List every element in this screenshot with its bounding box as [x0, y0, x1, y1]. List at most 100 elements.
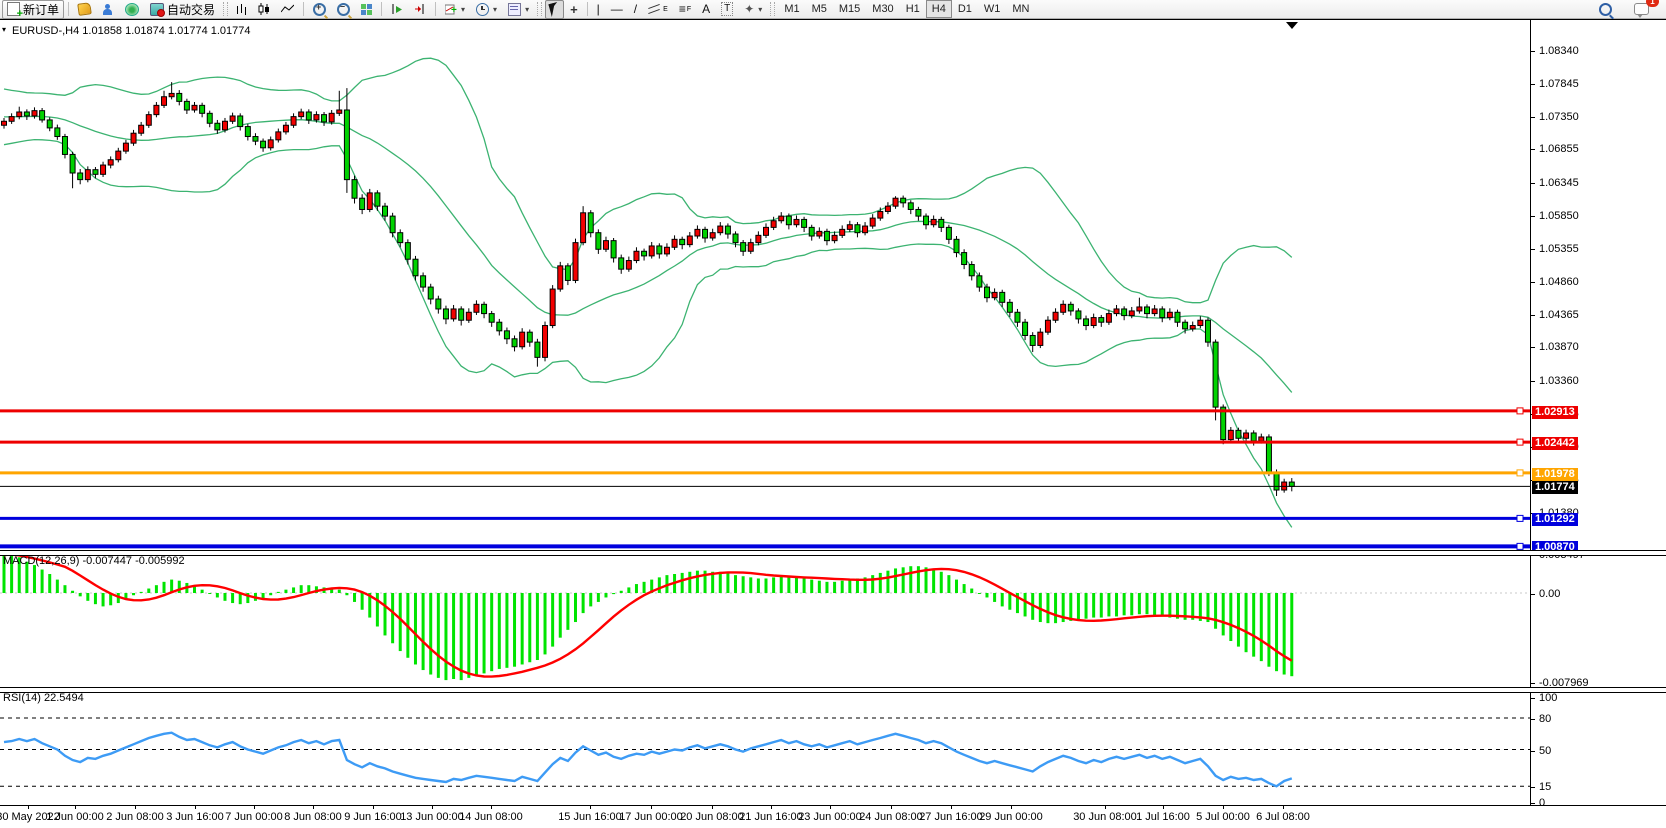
- candlestick: [1167, 312, 1172, 317]
- market-watch-button[interactable]: [73, 0, 96, 19]
- macd-histogram-bar: [132, 593, 135, 595]
- candle-chart-button[interactable]: [253, 0, 275, 19]
- candlestick: [1106, 314, 1111, 323]
- news-button[interactable]: [120, 0, 144, 19]
- macd-histogram-bar: [765, 578, 768, 593]
- auto-scroll-button[interactable]: [386, 0, 408, 19]
- text-label-tool-button[interactable]: T: [716, 0, 738, 19]
- timeframe-button-H1[interactable]: H1: [900, 0, 926, 18]
- time-axis-label: 21 Jun 16:00: [739, 811, 803, 823]
- time-axis-label: 5 Jul 00:00: [1196, 811, 1250, 823]
- new-order-button[interactable]: 新订单: [2, 0, 64, 19]
- candlestick: [1152, 309, 1157, 314]
- candlestick: [383, 206, 388, 216]
- candlestick: [1045, 320, 1050, 332]
- templates-button[interactable]: ▾: [503, 0, 534, 19]
- line-handle[interactable]: [1517, 439, 1523, 445]
- crosshair-tool-button[interactable]: +: [565, 0, 583, 19]
- main-price-chart[interactable]: [0, 20, 1530, 550]
- vertical-line-tool-button[interactable]: |: [592, 0, 605, 19]
- candlestick: [550, 289, 555, 325]
- chart-shift-marker[interactable]: [1286, 22, 1298, 29]
- macd-histogram-bar: [932, 570, 935, 593]
- zoom-out-button[interactable]: [332, 0, 355, 19]
- text-tool-button[interactable]: A: [697, 0, 715, 19]
- search-button[interactable]: [1594, 0, 1617, 19]
- line-handle[interactable]: [1517, 470, 1523, 476]
- channel-tool-button[interactable]: E: [643, 0, 673, 19]
- macd-histogram-bar: [825, 582, 828, 593]
- time-axis[interactable]: 30 May 20221 Jun 00:002 Jun 08:003 Jun 1…: [0, 805, 1666, 828]
- candlestick: [146, 115, 151, 126]
- candlestick: [245, 127, 250, 137]
- rsi-panel[interactable]: [0, 691, 1530, 805]
- candlestick: [47, 120, 52, 128]
- panel-splitter[interactable]: [0, 550, 1666, 556]
- macd-histogram-bar: [163, 582, 166, 593]
- macd-histogram-bar: [1252, 593, 1255, 657]
- candlestick: [1038, 332, 1043, 345]
- fibonacci-tool-button[interactable]: ≡F: [674, 0, 696, 19]
- chart-shift-button[interactable]: [409, 0, 431, 19]
- line-chart-button[interactable]: [276, 0, 299, 19]
- timeframe-button-H4[interactable]: H4: [926, 0, 952, 18]
- price-line-badge: 1.01292: [1532, 513, 1578, 526]
- toolbar-separator: [381, 2, 382, 16]
- time-axis-tick: [432, 806, 433, 809]
- macd-histogram-bar: [955, 580, 958, 593]
- time-axis-label: 17 Jun 00:00: [619, 811, 683, 823]
- candlestick: [1213, 342, 1218, 407]
- panel-splitter[interactable]: [0, 687, 1666, 693]
- indicators-button[interactable]: + ▾: [440, 0, 470, 19]
- auto-trading-button[interactable]: 自动交易: [145, 0, 220, 19]
- macd-histogram-bar: [993, 593, 996, 602]
- candlestick: [207, 113, 212, 123]
- axis-tick: [1531, 51, 1535, 52]
- timeframe-button-M1[interactable]: M1: [778, 0, 805, 18]
- time-axis-tick: [491, 806, 492, 809]
- macd-histogram-bar: [902, 567, 905, 593]
- new-order-label: 新订单: [23, 1, 59, 18]
- zoom-in-button[interactable]: [308, 0, 331, 19]
- cursor-tool-button[interactable]: [545, 0, 564, 19]
- line-handle[interactable]: [1517, 515, 1523, 521]
- bollinger-upper-band: [4, 58, 1292, 303]
- axis-tick: [1531, 683, 1535, 684]
- macd-histogram-bar: [444, 593, 447, 680]
- line-handle[interactable]: [1517, 408, 1523, 414]
- macd-histogram-bar: [231, 593, 234, 603]
- macd-axis-label: 0.00: [1539, 588, 1560, 600]
- macd-histogram-bar: [566, 593, 569, 630]
- shapes-tool-button[interactable]: ✦▾: [739, 0, 767, 19]
- timeframe-button-M5[interactable]: M5: [806, 0, 833, 18]
- axis-tick: [1531, 787, 1535, 788]
- bar-chart-button[interactable]: [231, 0, 252, 19]
- timeframe-button-MN[interactable]: MN: [1006, 0, 1035, 18]
- horizontal-line-tool-button[interactable]: —: [606, 0, 628, 19]
- candlestick: [939, 219, 944, 227]
- notifications-button[interactable]: 1: [1629, 0, 1654, 19]
- chart-menu-arrow[interactable]: ▾: [2, 25, 6, 34]
- trendline-tool-button[interactable]: /: [629, 0, 642, 19]
- timeframe-button-M15[interactable]: M15: [833, 0, 866, 18]
- periods-button[interactable]: ▾: [471, 0, 502, 19]
- timeframe-bar: M1M5M15M30H1H4D1W1MN: [778, 0, 1035, 18]
- timeframe-button-D1[interactable]: D1: [952, 0, 978, 18]
- candlestick: [116, 151, 121, 160]
- candlestick: [657, 246, 662, 254]
- candlestick: [771, 221, 776, 228]
- macd-histogram-bar: [1153, 593, 1156, 615]
- macd-histogram-bar: [467, 593, 470, 678]
- timeframe-button-W1[interactable]: W1: [978, 0, 1007, 18]
- macd-histogram-bar: [483, 593, 486, 673]
- candlestick: [55, 128, 60, 137]
- line-handle[interactable]: [1517, 543, 1523, 549]
- macd-histogram-bar: [94, 593, 97, 604]
- community-button[interactable]: [97, 0, 119, 19]
- macd-histogram-bar: [1115, 593, 1118, 616]
- timeframe-button-M30[interactable]: M30: [866, 0, 899, 18]
- tile-windows-button[interactable]: [356, 0, 377, 19]
- candlestick: [984, 287, 989, 298]
- macd-histogram-bar: [1085, 593, 1088, 619]
- macd-panel[interactable]: [0, 554, 1530, 688]
